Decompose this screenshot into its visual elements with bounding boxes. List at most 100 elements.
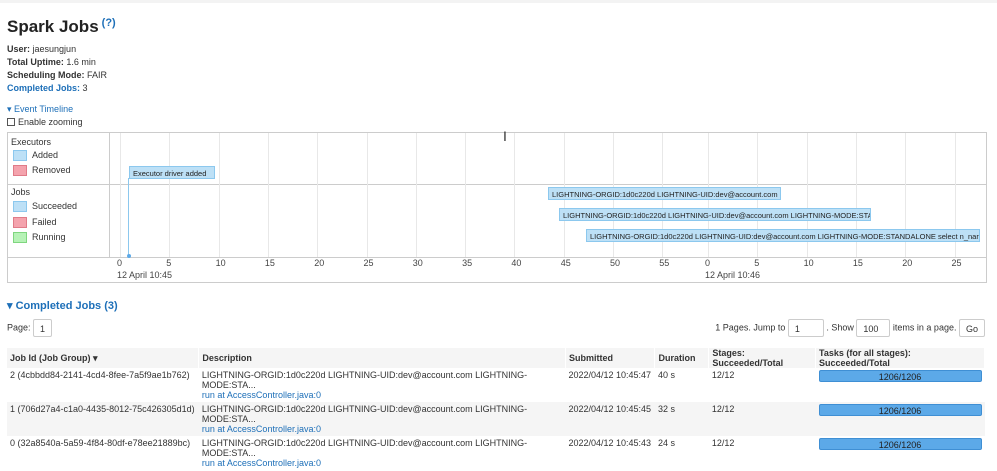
axis-tick-label: 30	[412, 258, 423, 268]
zoom-checkbox[interactable]	[7, 118, 15, 126]
date-tick-2: 12 April 10:46	[705, 270, 761, 280]
header-description[interactable]: Description	[198, 348, 566, 368]
axis-tick-label: 20	[902, 258, 913, 268]
pagination-bar: Page: 1 1 Pages. Jump to 1 . Show 100 it…	[7, 319, 985, 339]
triangle-down-icon: ▾	[7, 300, 13, 312]
cell-submitted: 2022/04/12 10:45:45	[565, 402, 655, 436]
grid-line	[267, 133, 269, 257]
table-row: 1 (706d27a4-c1a0-4435-8012-75c426305d1d)…	[7, 402, 985, 436]
tasks-progress-bar: 1206/1206	[818, 370, 982, 382]
legend-succeeded-swatch	[13, 201, 27, 212]
legend-failed-label: Failed	[32, 217, 57, 227]
cell-duration: 40 s	[657, 370, 675, 380]
page-label: Page:	[7, 322, 31, 333]
completed-jobs-header[interactable]: ▾ Completed Jobs (3)	[7, 299, 118, 312]
event-timeline-toggle[interactable]: ▾ Event Timeline	[7, 104, 73, 115]
summary-user: User: jaesungjun	[7, 44, 77, 54]
axis-tick-label: 10	[215, 258, 226, 268]
job-event-0[interactable]: LIGHTNING-ORGID:1d0c220d LIGHTNING-UID:d…	[548, 187, 781, 200]
job-event-1[interactable]: LIGHTNING-ORGID:1d0c220d LIGHTNING-UID:d…	[559, 208, 871, 221]
date-tick-1: 12 April 10:45	[117, 270, 173, 280]
grid-line	[465, 133, 467, 257]
summary-scheduling: Scheduling Mode: FAIR	[7, 70, 108, 80]
header-duration[interactable]: Duration	[654, 348, 710, 368]
cell-job-id: 2 (4cbbdd84-2141-4cd4-8fee-7a5f9ae1b762)	[10, 370, 190, 380]
summary-uptime: Total Uptime: 1.6 min	[7, 57, 96, 67]
header-tasks[interactable]: Tasks (for all stages): Succeeded/Total	[815, 348, 985, 368]
axis-tick-label: 55	[659, 258, 670, 268]
help-link[interactable]: (?)	[102, 17, 116, 29]
cell-duration: 32 s	[654, 402, 709, 436]
grid-line	[218, 133, 220, 257]
axis-tick-label: 50	[610, 258, 621, 268]
show-label: . Show	[826, 322, 854, 333]
description-text: LIGHTNING-ORGID:1d0c220d LIGHTNING-UID:d…	[201, 404, 528, 424]
description-link[interactable]: run at AccessController.java:0	[202, 424, 563, 434]
axis-tick-label: 0	[117, 258, 123, 268]
axis-tick-label: 35	[462, 258, 473, 268]
description-text: LIGHTNING-ORGID:1d0c220d LIGHTNING-UID:d…	[201, 370, 528, 390]
enable-zooming[interactable]: Enable zooming	[7, 117, 83, 127]
legend-added-label: Added	[32, 150, 59, 160]
cell-tasks: 1206/1206	[816, 436, 985, 470]
axis-tick-label: 5	[754, 258, 760, 268]
go-button[interactable]: Go	[958, 319, 985, 337]
timeline-label-divider	[109, 133, 110, 257]
executors-label: Executors	[11, 137, 52, 147]
executor-added-event[interactable]: Executor driver added	[129, 166, 215, 179]
grid-line	[415, 133, 417, 257]
axis-tick-label: 15	[852, 258, 863, 268]
grid-line	[514, 133, 516, 257]
job-event-2[interactable]: LIGHTNING-ORGID:1d0c220d LIGHTNING-UID:d…	[586, 229, 980, 242]
jump-to-input[interactable]: 1	[787, 319, 824, 337]
grid-line	[366, 133, 368, 257]
completed-jobs-table: Job Id (Job Group) ▾ Description Submitt…	[7, 348, 985, 470]
executor-marker-line	[128, 178, 129, 257]
legend-succeeded-label: Succeeded	[32, 201, 78, 211]
cell-description: LIGHTNING-ORGID:1d0c220d LIGHTNING-UID:d…	[198, 402, 566, 436]
grid-line	[317, 133, 319, 257]
legend-removed-label: Removed	[32, 165, 71, 175]
legend-added-swatch	[13, 150, 27, 161]
page-size-input[interactable]: 100	[856, 319, 891, 337]
cell-stages: 12/12	[711, 438, 735, 448]
table-row: 0 (32a8540a-5a59-4f84-80df-e78ee21889bc)…	[7, 436, 985, 470]
axis-tick-label: 0	[705, 258, 711, 268]
axis-tick-label: 25	[951, 258, 962, 268]
cell-description: LIGHTNING-ORGID:1d0c220d LIGHTNING-UID:d…	[199, 436, 566, 470]
cell-stages: 12/12	[708, 402, 816, 436]
axis-tick-label: 10	[803, 258, 814, 268]
jobs-label: Jobs	[11, 187, 31, 197]
axis-tick-label: 15	[264, 258, 275, 268]
triangle-down-icon: ▾	[7, 104, 12, 114]
header-job-id[interactable]: Job Id (Job Group) ▾	[7, 348, 200, 368]
cell-tasks: 1206/1206	[816, 368, 985, 402]
grid-line	[120, 133, 121, 257]
text-cursor-icon: I	[503, 128, 507, 144]
cell-submitted: 2022/04/12 10:45:43	[568, 438, 652, 448]
top-bar	[0, 0, 997, 3]
legend-running-swatch	[13, 232, 27, 243]
description-link[interactable]: run at AccessController.java:0	[202, 458, 563, 468]
page-title: Spark Jobs (?)	[7, 17, 116, 37]
cell-description: LIGHTNING-ORGID:1d0c220d LIGHTNING-UID:d…	[199, 368, 566, 402]
axis-tick-label: 25	[363, 258, 374, 268]
completed-jobs-link[interactable]: Completed Jobs:	[7, 83, 80, 93]
page-title-text: Spark Jobs	[7, 17, 99, 36]
header-submitted[interactable]: Submitted	[565, 348, 656, 368]
event-timeline[interactable]: Executors Added Removed Jobs Succeeded F…	[7, 132, 987, 283]
legend-running-label: Running	[32, 232, 66, 242]
legend-removed-swatch	[13, 165, 27, 176]
description-link[interactable]: run at AccessController.java:0	[202, 390, 563, 400]
summary-completed: Completed Jobs: 3	[7, 83, 88, 93]
axis-tick-label: 40	[511, 258, 522, 268]
timeline-axis-divider	[8, 257, 986, 258]
table-header-row: Job Id (Job Group) ▾ Description Submitt…	[7, 348, 985, 368]
tasks-progress-bar: 1206/1206	[818, 438, 982, 450]
header-stages[interactable]: Stages: Succeeded/Total	[708, 348, 816, 368]
timeline-group-divider	[8, 184, 986, 185]
description-text: LIGHTNING-ORGID:1d0c220d LIGHTNING-UID:d…	[201, 438, 528, 458]
cell-tasks: 1206/1206	[815, 402, 985, 436]
page-link[interactable]: 1	[33, 319, 53, 337]
cell-submitted: 2022/04/12 10:45:47	[568, 370, 652, 380]
